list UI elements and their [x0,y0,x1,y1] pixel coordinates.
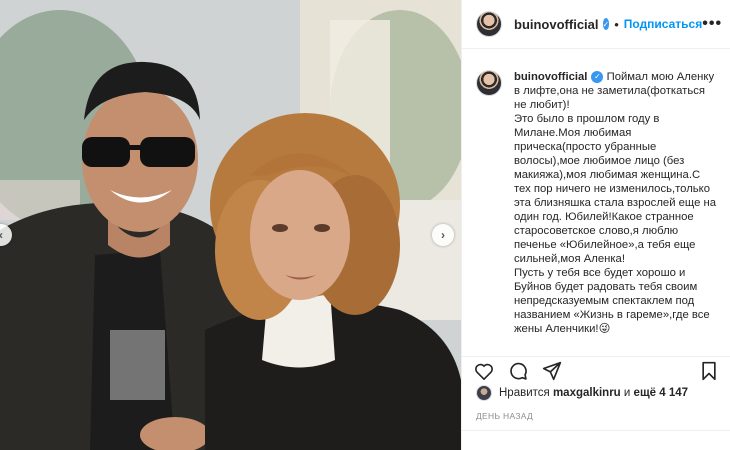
heart-icon[interactable] [474,362,494,380]
post-caption: buinovofficial ✓ Поймал мою Аленку в лифт… [514,70,718,350]
likes-summary: Нравится maxgalkinru и ещё 4 147 [476,385,720,401]
chevron-left-icon: ‹ [0,228,3,242]
more-options-icon[interactable]: ••• [702,15,722,33]
caption-author-avatar[interactable] [476,70,502,96]
next-photo-button[interactable]: › [432,224,454,246]
liker-username[interactable]: maxgalkinru [553,387,621,399]
post-side-panel: buinovofficial ✓ • Подписаться ••• buino… [461,0,730,450]
caption-text: Поймал мою Аленку в лифте,она не заметил… [514,71,717,335]
instagram-post-dialog: ‹ › buinovofficial ✓ • Подписаться ••• b… [0,0,730,450]
likes-count-link[interactable]: ещё 4 147 [634,387,688,399]
share-icon[interactable] [542,361,562,381]
header-separator: • [614,16,619,32]
caption-verified-badge-icon: ✓ [591,71,604,84]
post-actions-bar [462,356,730,382]
comments-area[interactable]: buinovofficial ✓ Поймал мою Аленку в лифт… [462,50,730,350]
chevron-right-icon: › [441,228,445,242]
post-timestamp[interactable]: ДЕНЬ НАЗАД [476,411,533,421]
post-photo[interactable]: ‹ › [0,0,461,450]
add-comment-bar[interactable] [462,430,730,450]
likes-prefix: Нравится [499,387,550,399]
comment-icon[interactable] [508,361,528,381]
likes-middle: и [623,387,631,399]
author-avatar[interactable] [476,11,502,37]
photo-illustration [0,0,461,450]
author-username[interactable]: buinovofficial [514,17,599,32]
post-header: buinovofficial ✓ • Подписаться ••• [462,0,730,49]
verified-badge-icon: ✓ [602,18,610,30]
follow-button[interactable]: Подписаться [624,17,702,31]
caption-username[interactable]: buinovofficial [514,71,587,83]
bookmark-icon[interactable] [700,361,718,381]
liker-avatar[interactable] [476,385,492,401]
caption-emoji: 😜 [598,323,611,335]
